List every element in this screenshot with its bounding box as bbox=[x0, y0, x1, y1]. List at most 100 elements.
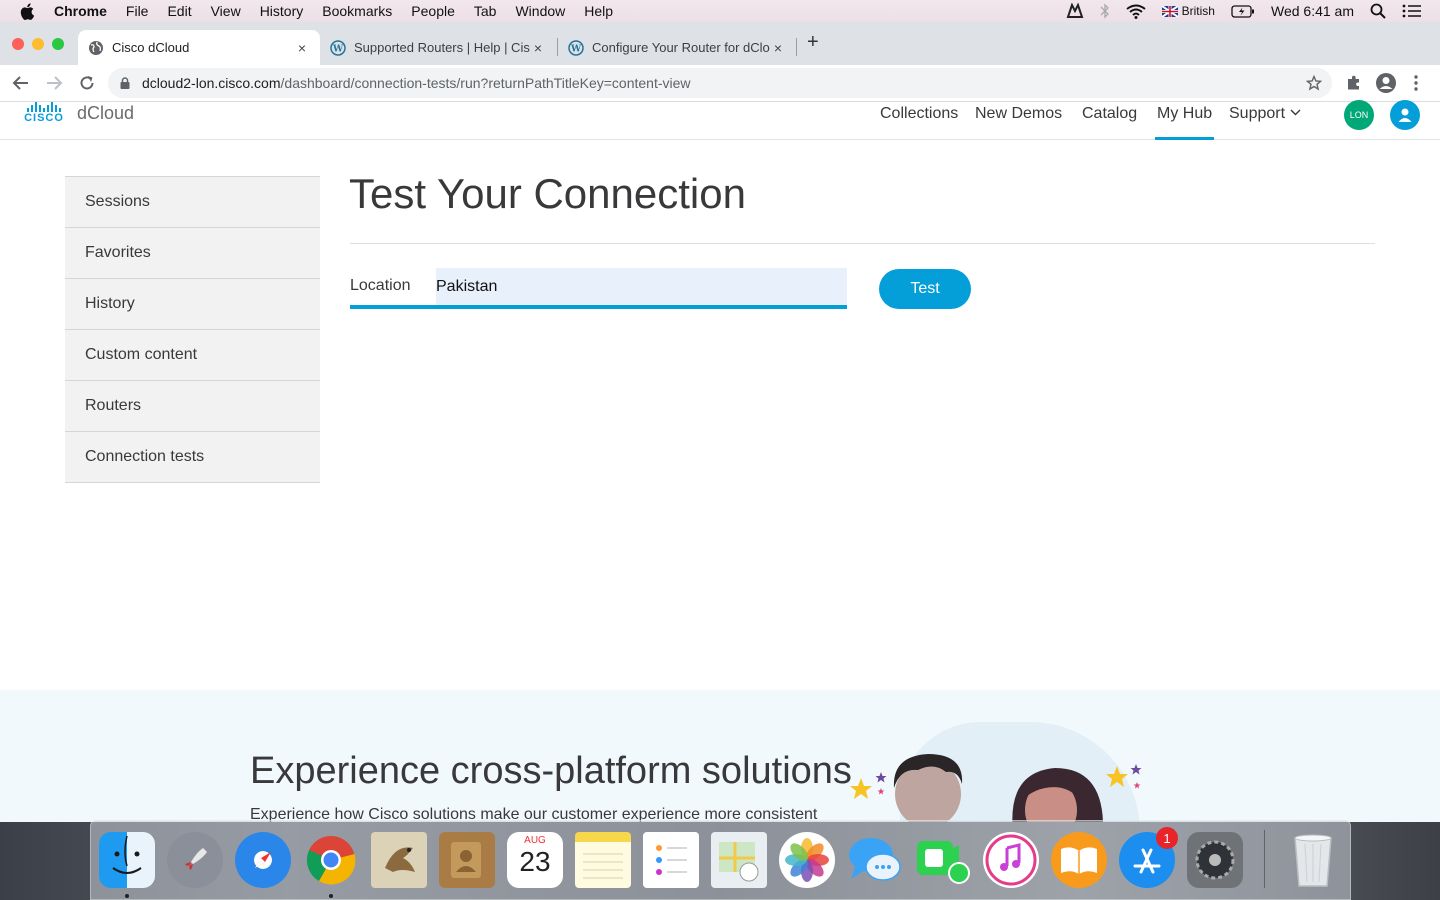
page-title: Test Your Connection bbox=[349, 170, 746, 217]
dock-separator bbox=[1264, 830, 1265, 888]
notes-icon[interactable] bbox=[575, 832, 631, 888]
app-store-update-badge: 1 bbox=[1156, 827, 1178, 849]
svg-text:W: W bbox=[332, 44, 344, 54]
messages-icon[interactable] bbox=[847, 832, 903, 888]
new-tab-button[interactable]: + bbox=[807, 32, 819, 52]
reload-icon[interactable] bbox=[78, 74, 96, 92]
extension-status-icon[interactable] bbox=[1066, 3, 1084, 19]
menu-tab[interactable]: Tab bbox=[474, 3, 497, 19]
cisco-bars-icon bbox=[22, 102, 66, 112]
hub-sidebar: Sessions Favorites History Custom conten… bbox=[65, 176, 320, 483]
sidebar-item-custom-content[interactable]: Custom content bbox=[65, 330, 320, 381]
location-field: Location bbox=[350, 268, 847, 309]
user-account-icon[interactable] bbox=[1390, 100, 1420, 130]
title-divider bbox=[350, 243, 1375, 244]
menu-app-name[interactable]: Chrome bbox=[54, 3, 107, 19]
ibooks-icon[interactable] bbox=[1051, 832, 1107, 888]
brand-name[interactable]: dCloud bbox=[77, 103, 134, 124]
bluetooth-icon[interactable] bbox=[1100, 3, 1110, 19]
chevron-down-icon bbox=[1290, 109, 1301, 116]
menu-edit[interactable]: Edit bbox=[167, 3, 191, 19]
promo-heading: Experience cross-platform solutions bbox=[250, 750, 852, 792]
menu-clock[interactable]: Wed 6:41 am bbox=[1271, 3, 1354, 19]
close-tab-icon[interactable]: × bbox=[530, 40, 546, 56]
menu-people[interactable]: People bbox=[411, 3, 455, 19]
cisco-logo[interactable]: CISCO bbox=[22, 102, 66, 128]
extensions-puzzle-icon[interactable] bbox=[1345, 74, 1363, 92]
close-tab-icon[interactable]: × bbox=[294, 40, 310, 56]
svg-text:W: W bbox=[570, 44, 582, 54]
photos-icon[interactable] bbox=[779, 832, 835, 888]
star-decoration-icon bbox=[1106, 764, 1142, 789]
wordpress-favicon-icon: W bbox=[568, 39, 584, 56]
nav-support[interactable]: Support bbox=[1229, 102, 1301, 140]
browser-tab-strip: Cisco dCloud × W Supported Routers | Hel… bbox=[0, 22, 1440, 65]
tab-title: Configure Your Router for dClo bbox=[592, 40, 770, 55]
menu-window[interactable]: Window bbox=[515, 3, 565, 19]
macos-menu-bar: Chrome File Edit View History Bookmarks … bbox=[0, 0, 1440, 22]
nav-new-demos[interactable]: New Demos bbox=[975, 102, 1062, 140]
location-input[interactable] bbox=[436, 268, 847, 305]
tab-title: Cisco dCloud bbox=[112, 40, 190, 55]
spotlight-search-icon[interactable] bbox=[1370, 3, 1386, 19]
browser-toolbar: dcloud2-lon.cisco.com/dashboard/connecti… bbox=[0, 65, 1440, 102]
input-source-menu[interactable]: British bbox=[1161, 4, 1215, 18]
profile-avatar-icon[interactable] bbox=[1375, 72, 1397, 94]
tab-title: Supported Routers | Help | Cis bbox=[354, 40, 530, 55]
menu-view[interactable]: View bbox=[211, 3, 241, 19]
nav-my-hub[interactable]: My Hub bbox=[1154, 102, 1215, 140]
sidebar-item-favorites[interactable]: Favorites bbox=[65, 228, 320, 279]
url-host: dcloud2-lon.cisco.com bbox=[142, 75, 281, 91]
chrome-icon[interactable] bbox=[303, 832, 359, 888]
finder-running-indicator bbox=[125, 894, 129, 898]
menu-bookmarks[interactable]: Bookmarks bbox=[322, 3, 392, 19]
forward-arrow-icon[interactable] bbox=[45, 74, 63, 92]
tab-cisco-dcloud[interactable]: Cisco dCloud × bbox=[78, 30, 320, 65]
test-button[interactable]: Test bbox=[879, 269, 971, 309]
back-arrow-icon[interactable] bbox=[12, 74, 30, 92]
region-badge[interactable]: LON bbox=[1344, 100, 1374, 130]
finder-icon[interactable] bbox=[99, 832, 155, 888]
sidebar-item-history[interactable]: History bbox=[65, 279, 320, 330]
close-tab-icon[interactable]: × bbox=[770, 40, 786, 56]
calendar-month: AUG bbox=[524, 835, 546, 846]
battery-charging-icon[interactable] bbox=[1231, 4, 1255, 18]
menu-help[interactable]: Help bbox=[584, 3, 613, 19]
minimize-window-button[interactable] bbox=[32, 38, 44, 50]
calendar-icon[interactable]: AUG 23 bbox=[507, 832, 563, 888]
apple-menu-icon[interactable] bbox=[18, 2, 36, 20]
tab-configure-router[interactable]: W Configure Your Router for dClo × bbox=[558, 30, 796, 65]
system-preferences-icon[interactable] bbox=[1187, 832, 1243, 888]
contacts-icon[interactable] bbox=[439, 832, 495, 888]
sidebar-item-connection-tests[interactable]: Connection tests bbox=[65, 432, 320, 483]
input-source-label: British bbox=[1181, 4, 1215, 18]
close-window-button[interactable] bbox=[12, 38, 24, 50]
sidebar-item-sessions[interactable]: Sessions bbox=[65, 176, 320, 228]
woman-illustration-icon bbox=[1012, 768, 1103, 822]
mail-icon[interactable] bbox=[371, 832, 427, 888]
address-bar[interactable]: dcloud2-lon.cisco.com/dashboard/connecti… bbox=[108, 68, 1332, 98]
menu-file[interactable]: File bbox=[126, 3, 149, 19]
safari-icon[interactable] bbox=[235, 832, 291, 888]
wifi-icon[interactable] bbox=[1126, 4, 1146, 19]
menu-history[interactable]: History bbox=[260, 3, 304, 19]
zoom-window-button[interactable] bbox=[52, 38, 64, 50]
maps-icon[interactable] bbox=[711, 832, 767, 888]
reminders-icon[interactable] bbox=[643, 832, 699, 888]
nav-collections[interactable]: Collections bbox=[880, 102, 958, 140]
trash-icon[interactable] bbox=[1285, 832, 1341, 888]
facetime-icon[interactable] bbox=[915, 832, 971, 888]
chrome-menu-icon[interactable] bbox=[1413, 74, 1419, 92]
wordpress-favicon-icon: W bbox=[330, 39, 346, 56]
notification-center-icon[interactable] bbox=[1402, 4, 1422, 18]
nav-catalog[interactable]: Catalog bbox=[1082, 102, 1137, 140]
lock-icon[interactable] bbox=[120, 77, 130, 89]
tab-divider bbox=[796, 38, 797, 56]
promo-banner: Experience cross-platform solutions Expe… bbox=[0, 690, 1440, 822]
launchpad-icon[interactable] bbox=[167, 832, 223, 888]
bookmark-star-icon[interactable] bbox=[1306, 75, 1322, 91]
sidebar-item-routers[interactable]: Routers bbox=[65, 381, 320, 432]
location-label: Location bbox=[350, 277, 411, 294]
tab-supported-routers[interactable]: W Supported Routers | Help | Cis × bbox=[320, 30, 556, 65]
itunes-icon[interactable] bbox=[983, 832, 1039, 888]
